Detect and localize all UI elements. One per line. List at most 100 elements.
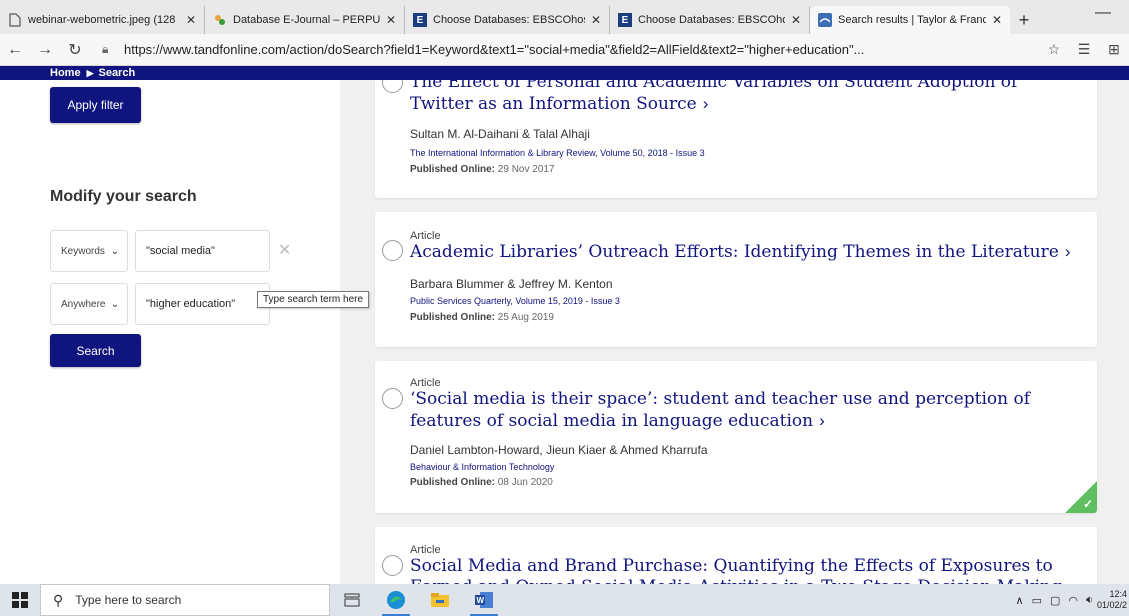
article-journal[interactable]: Public Services Quarterly, Volume 15, 20… <box>410 296 620 306</box>
lock-icon: 🔒︎ <box>102 42 109 56</box>
tandf-icon <box>818 13 832 27</box>
minimize-button[interactable]: — <box>1095 4 1111 22</box>
select-result-radio[interactable] <box>382 388 403 409</box>
remove-row-icon[interactable]: ✕ <box>278 240 291 260</box>
tab-title: Choose Databases: EBSCOhost <box>638 14 785 26</box>
chevron-down-icon: ⌄ <box>110 298 119 310</box>
breadcrumb-current: Search <box>98 67 136 79</box>
task-view-icon[interactable] <box>330 584 374 616</box>
article-type: Article <box>410 377 441 389</box>
battery-icon[interactable]: ▭ <box>1032 594 1042 607</box>
search-term-value: "higher education" <box>146 298 236 310</box>
article-published: Published Online: 25 Aug 2019 <box>410 312 554 323</box>
ebsco-icon: E <box>413 13 427 27</box>
refresh-icon[interactable]: ↻ <box>60 40 90 60</box>
breadcrumb-home-link[interactable]: Home <box>50 67 81 79</box>
article-authors[interactable]: Daniel Lambton-Howard, Jieun Kiaer & Ahm… <box>410 443 708 457</box>
breadcrumb-separator-icon: ▶ <box>86 67 94 78</box>
tab-title: webinar-webometric.jpeg (128 <box>28 14 176 26</box>
meet-now-icon[interactable]: ▢ <box>1050 594 1060 607</box>
address-bar: ← → ↻ 🔒︎ https://www.tandfonline.com/act… <box>0 34 1129 66</box>
taskbar-search-placeholder: Type here to search <box>75 593 182 607</box>
tab-title: Database E-Journal – PERPUST <box>233 14 380 26</box>
chevron-up-icon[interactable]: ∧ <box>1016 594 1024 607</box>
volume-icon[interactable]: 🔉︎ <box>1086 594 1093 607</box>
published-label: Published Online: <box>410 477 496 488</box>
chevron-right-icon: › <box>1064 242 1071 261</box>
filter-sidebar: Apply filter Modify your search Keywords… <box>0 80 340 584</box>
ebsco-icon: E <box>618 13 632 27</box>
search-term-input[interactable]: "higher education" <box>135 283 270 325</box>
article-title: ‘Social media is their space’: student a… <box>410 389 1031 431</box>
article-title-link[interactable]: ‘Social media is their space’: student a… <box>410 389 1080 432</box>
published-date: 29 Nov 2017 <box>497 164 555 175</box>
close-icon[interactable]: ✕ <box>386 13 396 27</box>
taskbar: ⚲ Type here to search W ∧ ▭ ▢ ◠ 🔉︎ 12:4 … <box>0 584 1129 616</box>
search-button[interactable]: Search <box>50 334 141 367</box>
article-title: Academic Libraries’ Outreach Efforts: Id… <box>410 242 1059 262</box>
favorites-list-icon[interactable]: ☰ <box>1069 41 1099 58</box>
close-icon[interactable]: ✕ <box>591 13 601 27</box>
browser-tab[interactable]: Database E-Journal – PERPUST ✕ <box>205 6 405 34</box>
article-journal[interactable]: The International Information & Library … <box>410 148 705 158</box>
clock-date: 01/02/2 <box>1096 600 1127 610</box>
article-authors[interactable]: Barbara Blummer & Jeffrey M. Kenton <box>410 277 613 291</box>
file-explorer-icon[interactable] <box>418 584 462 616</box>
close-icon[interactable]: ✕ <box>992 13 1002 27</box>
article-title-link[interactable]: Social Media and Brand Purchase: Quantif… <box>410 556 1080 584</box>
wifi-icon[interactable]: ◠ <box>1068 594 1078 607</box>
browser-tab-bar: webinar-webometric.jpeg (128 ✕ Database … <box>0 0 1129 34</box>
system-tray: ∧ ▭ ▢ ◠ 🔉︎ 12:4 01/02/2 <box>1012 584 1129 616</box>
search-term-input[interactable]: "social media" <box>135 230 270 272</box>
close-icon[interactable]: ✕ <box>791 13 801 27</box>
search-icon: ⚲ <box>53 591 64 608</box>
article-journal[interactable]: Behaviour & Information Technology <box>410 462 554 472</box>
close-icon[interactable]: ✕ <box>186 13 196 27</box>
select-result-radio[interactable] <box>382 555 403 576</box>
page-content: Home ▶ Search Apply filter Modify your s… <box>0 66 1129 584</box>
published-label: Published Online: <box>410 164 496 175</box>
tab-title: Choose Databases: EBSCOhost <box>433 14 585 26</box>
browser-tab-active[interactable]: Search results | Taylor & Franc ✕ <box>810 6 1010 34</box>
new-tab-button[interactable]: + <box>1010 6 1038 34</box>
word-icon[interactable]: W <box>462 584 506 616</box>
results-list: The Effect of Personal and Academic Vari… <box>375 66 1097 584</box>
published-date: 25 Aug 2019 <box>497 312 554 323</box>
browser-tab[interactable]: E Choose Databases: EBSCOhost ✕ <box>610 6 810 34</box>
file-icon <box>8 13 22 27</box>
windows-start-icon[interactable] <box>0 584 40 616</box>
article-published: Published Online: 08 Jun 2020 <box>410 477 553 488</box>
result-card: Article Social Media and Brand Purchase:… <box>375 527 1097 584</box>
article-type: Article <box>410 544 441 556</box>
tab-title: Search results | Taylor & Franc <box>838 14 986 26</box>
field-select[interactable]: Anywhere ⌄ <box>50 283 128 325</box>
back-arrow-icon[interactable]: ← <box>0 41 30 59</box>
result-card: Article Academic Libraries’ Outreach Eff… <box>375 212 1097 347</box>
favorite-star-icon[interactable]: ☆ <box>1039 41 1069 58</box>
field-select[interactable]: Keywords ⌄ <box>50 230 128 272</box>
library-icon <box>213 13 227 27</box>
edge-browser-icon[interactable] <box>374 584 418 616</box>
article-authors[interactable]: Sultan M. Al-Daihani & Talal Alhaji <box>410 127 590 141</box>
result-card: Article ‘Social media is their space’: s… <box>375 361 1097 513</box>
select-result-radio[interactable] <box>382 240 403 261</box>
collections-icon[interactable]: ⊞ <box>1099 41 1129 58</box>
clock-time: 12:4 <box>1109 589 1127 599</box>
url-text: https://www.tandfonline.com/action/doSea… <box>124 42 865 57</box>
published-date: 08 Jun 2020 <box>497 477 553 488</box>
article-title-link[interactable]: Academic Libraries’ Outreach Efforts: Id… <box>410 241 1080 263</box>
checkmark-icon: ✓ <box>1082 497 1093 511</box>
field-select-value: Anywhere <box>61 298 106 310</box>
breadcrumb: Home ▶ Search <box>0 66 1129 80</box>
forward-arrow-icon[interactable]: → <box>30 41 60 59</box>
browser-tab[interactable]: webinar-webometric.jpeg (128 ✕ <box>0 6 205 34</box>
clock[interactable]: 12:4 01/02/2 <box>1097 589 1129 611</box>
result-card: The Effect of Personal and Academic Vari… <box>375 66 1097 198</box>
article-published: Published Online: 29 Nov 2017 <box>410 164 555 175</box>
modify-search-heading: Modify your search <box>50 188 197 205</box>
svg-text:W: W <box>477 596 485 605</box>
taskbar-search-input[interactable]: ⚲ Type here to search <box>40 584 330 616</box>
browser-tab[interactable]: E Choose Databases: EBSCOhost ✕ <box>405 6 610 34</box>
apply-filter-button[interactable]: Apply filter <box>50 87 141 123</box>
url-field[interactable]: 🔒︎ https://www.tandfonline.com/action/do… <box>96 38 1039 62</box>
